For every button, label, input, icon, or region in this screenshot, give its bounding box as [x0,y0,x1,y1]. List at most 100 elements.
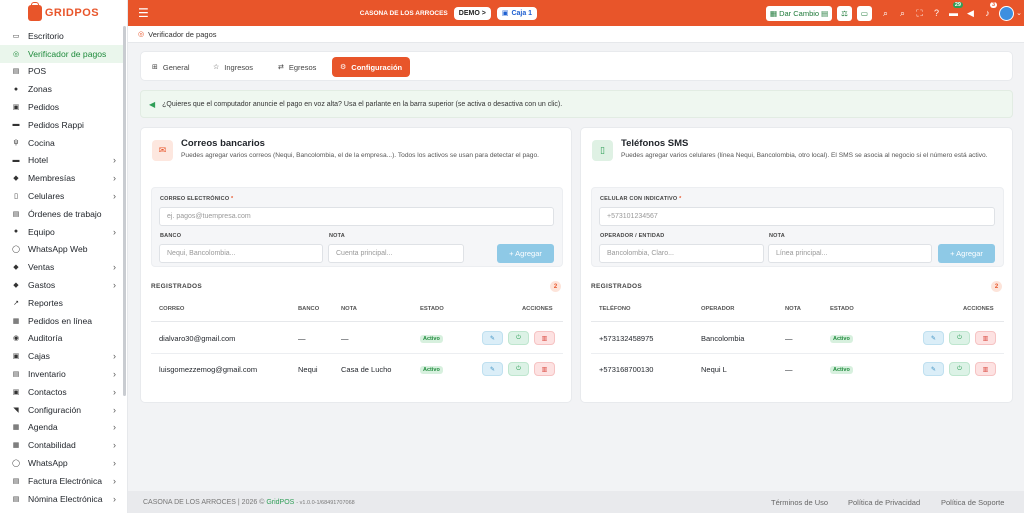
edit-button[interactable]: ✎ [923,362,944,376]
alert-text: ¿Quieres que el computador anuncie el pa… [162,100,563,108]
sidebar-item[interactable]: ▦ Contabilidad › [0,436,125,454]
audit-icon: ◉ [12,335,20,343]
tab-general[interactable]: ⊞ General [144,57,198,77]
phone-input[interactable]: +573101234567 [599,207,995,226]
delete-button[interactable]: ▥ [534,331,555,345]
team-icon: ● [13,228,19,236]
col-acciones: ACCIONES [522,306,553,312]
sidebar-item[interactable]: ▤ Nómina Electrónica › [0,490,125,508]
chevron-right-icon: › [113,386,116,397]
cell-operator: Bancolombia [701,334,745,343]
sidebar-item[interactable]: ◯ WhatsApp › [0,454,125,472]
chevron-right-icon: › [113,351,116,362]
cell-phone: +573168700130 [599,365,654,374]
fullscreen-icon[interactable]: ⛶ [911,8,928,19]
sidebar-item-label: Hotel [28,155,49,166]
sidebar-item-label: Contactos [28,386,67,397]
edit-button[interactable]: ✎ [923,331,944,345]
sidebar-item[interactable]: ▬ Pedidos Rappi [0,116,125,134]
edit-button[interactable]: ✎ [482,331,503,345]
footer-brand-link[interactable]: GridPOS [266,499,294,506]
payroll-icon: ▤ [12,495,20,503]
notes-icon[interactable]: ▬ 29 [945,2,963,18]
sidebar-item[interactable]: ψ Cocina [0,134,125,152]
note-input[interactable]: Línea principal... [768,244,932,263]
search-icon[interactable]: ⌕ [877,8,894,19]
delete-button[interactable]: ▥ [975,331,996,345]
toggle-button[interactable]: ⏻ [508,362,529,376]
sidebar-item[interactable]: ▬ Hotel › [0,152,125,170]
zoom-icon[interactable]: ⌕ [894,8,911,19]
privacy-link[interactable]: Política de Privacidad [848,498,920,507]
help-icon[interactable]: ? [928,8,945,18]
sidebar-item[interactable]: ▣ Pedidos [0,98,125,116]
col-estado: ESTADO [830,306,854,312]
sidebar-item[interactable]: ▦ Pedidos en línea [0,312,125,330]
sidebar-item-label: Factura Electrónica [28,475,103,486]
tab-configuracion[interactable]: ⚙ Configuración [332,57,411,77]
sidebar-item-label: Membresías [28,173,76,184]
toggle-button[interactable]: ⏻ [949,331,970,345]
sidebar-item[interactable]: ▭ Escritorio [0,27,125,45]
toggle-button[interactable]: ⏻ [949,362,970,376]
add-email-button[interactable]: + Agregar [497,244,554,263]
tab-ingresos[interactable]: ☆ Ingresos [205,57,261,77]
sidebar-item[interactable]: ◎ Verificador de pagos [0,44,125,63]
table-row: dialvaro30@gmail.com — — Activo ✎ ⏻ ▥ [151,323,563,354]
sidebar-item[interactable]: ◆ Membresías › [0,169,125,187]
trash-icon: ▥ [541,335,548,342]
toggle-button[interactable]: ⏻ [508,331,529,345]
sidebar-item[interactable]: ● Zonas [0,80,125,98]
col-estado: ESTADO [420,306,444,312]
delete-button[interactable]: ▥ [534,362,555,376]
accounting-icon: ▦ [12,442,20,450]
sidebar-item[interactable]: ▤ Órdenes de trabajo [0,205,125,223]
edit-button[interactable]: ✎ [482,362,503,376]
sidebar-item[interactable]: ▣ Contactos › [0,383,125,401]
sidebar-item[interactable]: ◆ Ventas › [0,258,125,276]
sidebar-item[interactable]: ● Equipo › [0,223,125,241]
dar-cambio-button[interactable]: ▦ Dar Cambio ▤ [765,5,833,21]
sidebar-item-label: Órdenes de trabajo [28,208,102,219]
sidebar-item[interactable]: ▤ Factura Electrónica › [0,472,125,490]
sidebar-item[interactable]: ▯ Celulares › [0,187,125,205]
note-input[interactable]: Cuenta principal... [328,244,464,263]
sidebar-item[interactable]: ▣ Cajas › [0,347,125,365]
bank-input[interactable]: Nequi, Bancolombia... [159,244,323,263]
caja-button[interactable]: ▣ Caja 1 [496,6,538,20]
sidebar-item[interactable]: ◉ Auditoría [0,330,125,348]
add-phone-button[interactable]: + Agregar [938,244,995,263]
sidebar-item[interactable]: ▤ POS [0,63,125,81]
sidebar-item[interactable]: ▦ Agenda › [0,419,125,437]
cell-email: luisgomezzemog@gmail.com [159,365,258,374]
hamburger-menu-icon[interactable]: ☰ [138,6,149,20]
sidebar-item[interactable]: ◥ Configuración › [0,401,125,419]
chevron-down-icon[interactable]: ⌄ [1014,9,1024,17]
delete-button[interactable]: ▥ [975,362,996,376]
cell-note: — [341,334,349,343]
demo-button[interactable]: DEMO > [453,6,491,20]
sidebar-item-label: WhatsApp Web [28,244,88,255]
cash-register-icon: ▣ [501,10,509,17]
sidebar-item[interactable]: ◯ WhatsApp Web [0,241,125,259]
email-input[interactable]: ej. pagos@tuempresa.com [159,207,554,226]
chat-button[interactable]: ▭ [856,5,872,21]
support-link[interactable]: Política de Soporte [941,498,1004,507]
egresos-icon: ⇄ [278,64,284,71]
speaker-icon[interactable]: ◀ [962,8,979,19]
avatar[interactable] [999,5,1014,21]
scale-button[interactable]: ⚖ [837,5,852,21]
bank-label: BANCO [160,233,182,239]
table-row: +573168700130 Nequi L — Activo ✎ ⏻ ▥ [591,354,1004,385]
sidebar-item[interactable]: ↗ Reportes [0,294,125,312]
sidebar-item[interactable]: ◆ Gastos › [0,276,125,294]
sidebar-item-label: Zonas [28,84,52,95]
sidebar-scrollbar[interactable] [123,26,126,396]
operator-input[interactable]: Bancolombia, Claro... [599,244,764,263]
tab-egresos[interactable]: ⇄ Egresos [270,57,324,77]
terms-link[interactable]: Términos de Uso [771,498,828,507]
table-row: +573132458975 Bancolombia — Activo ✎ ⏻ ▥ [591,323,1004,354]
logo[interactable]: GRIDPOS [0,0,127,26]
sidebar-item[interactable]: ▤ Inventario › [0,365,125,383]
bell-icon[interactable]: ♪ 3 [979,2,997,18]
